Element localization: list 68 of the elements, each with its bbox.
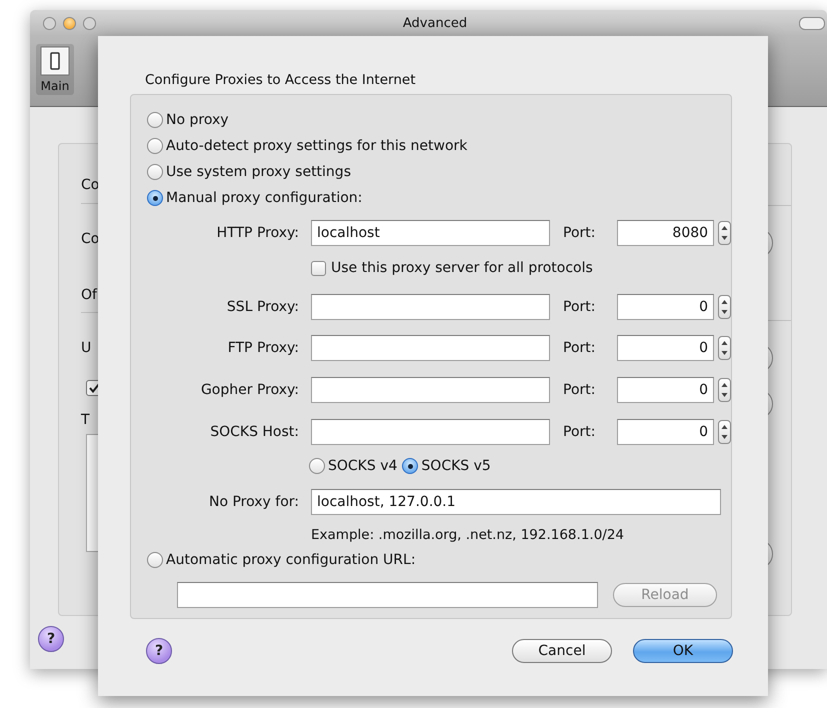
field-label: Port: [562, 225, 597, 241]
ok-button[interactable]: OK [633, 639, 733, 663]
radio-button[interactable] [147, 138, 163, 154]
hint-text: Example: .mozilla.org, .net.nz, 192.168.1.0/24 [311, 527, 626, 543]
field-label: HTTP Proxy: [216, 225, 300, 241]
radio-button[interactable] [147, 112, 163, 128]
input-field[interactable] [177, 582, 598, 608]
label: U [81, 340, 92, 356]
input-field[interactable] [311, 294, 550, 320]
label: Of [81, 287, 98, 303]
input-field[interactable] [311, 335, 550, 361]
field-label: Port: [562, 340, 597, 356]
label: T [81, 412, 91, 428]
radio-option[interactable]: SOCKS v5 [402, 453, 491, 479]
minimize-button[interactable] [63, 16, 76, 30]
checkbox[interactable] [311, 260, 326, 276]
radio-option[interactable]: Manual proxy configuration: [147, 185, 362, 211]
field-label: Port: [562, 382, 597, 398]
up-down-arrows-icon [721, 225, 728, 241]
radio-option[interactable]: Auto-detect proxy settings for this network [147, 133, 468, 159]
close-button[interactable] [43, 16, 56, 30]
field-label: FTP Proxy: [226, 340, 300, 356]
radio-option[interactable]: Automatic proxy configuration URL: [147, 547, 416, 573]
field-label: Port: [562, 424, 597, 440]
radio-option[interactable]: Use system proxy settings [147, 159, 351, 185]
stepper[interactable] [718, 336, 731, 360]
port-field[interactable]: 0 [617, 377, 714, 403]
cancel-button[interactable]: Cancel [512, 639, 612, 663]
checkmark-icon [88, 383, 100, 393]
field-label: Port: [562, 299, 597, 315]
input-field[interactable] [311, 377, 550, 403]
radio-button[interactable] [309, 458, 325, 474]
input-field[interactable] [311, 419, 550, 445]
sheet-title: Configure Proxies to Access the Internet [145, 72, 416, 88]
field-label: No Proxy for: [208, 494, 300, 510]
field-label: Gopher Proxy: [200, 382, 300, 398]
field-label: SSL Proxy: [226, 299, 300, 315]
zoom-button[interactable] [83, 16, 96, 30]
stepper[interactable] [718, 420, 731, 444]
radio-button[interactable] [402, 458, 418, 474]
help-button[interactable]: ? [146, 638, 172, 664]
stepper[interactable] [718, 221, 731, 245]
window-title: Advanced [402, 16, 468, 30]
port-field[interactable]: 0 [617, 419, 714, 445]
up-down-arrows-icon [721, 299, 728, 315]
radio-button[interactable] [147, 190, 163, 206]
help-button[interactable]: ? [38, 626, 64, 652]
label: Co [81, 231, 100, 247]
label: Co [81, 177, 100, 193]
port-field[interactable]: 8080 [617, 220, 714, 246]
radio-button[interactable] [147, 552, 163, 568]
up-down-arrows-icon [721, 424, 728, 440]
switch-icon [40, 46, 70, 76]
input-field[interactable]: localhost, 127.0.0.1 [311, 489, 721, 515]
input-field[interactable]: localhost [311, 220, 550, 246]
radio-option[interactable]: No proxy [147, 107, 229, 133]
port-field[interactable]: 0 [617, 335, 714, 361]
up-down-arrows-icon [721, 382, 728, 398]
stepper[interactable] [718, 295, 731, 319]
toolbar-item[interactable]: Main [36, 44, 74, 95]
toolbar-toggle-button[interactable] [799, 17, 825, 30]
stepper[interactable] [718, 378, 731, 402]
port-field[interactable]: 0 [617, 294, 714, 320]
up-down-arrows-icon [721, 340, 728, 356]
field-label: SOCKS Host: [209, 424, 300, 440]
checkbox-option[interactable]: Use this proxy server for all protocols [311, 255, 593, 281]
radio-option[interactable]: SOCKS v4 [309, 453, 398, 479]
radio-button[interactable] [147, 164, 163, 180]
